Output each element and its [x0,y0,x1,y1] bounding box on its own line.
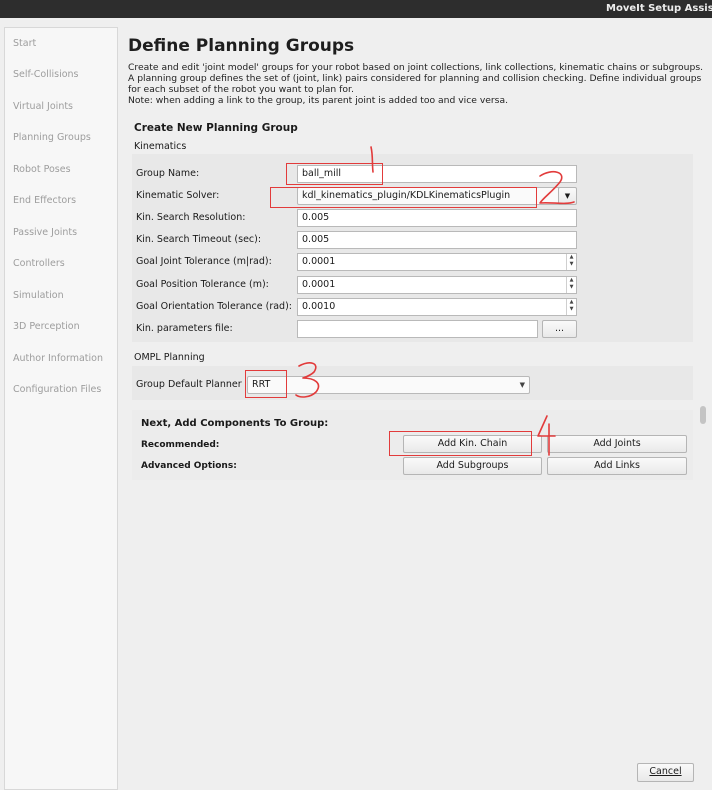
description-text: Create and edit 'joint model' groups for… [128,62,704,95]
search-resolution-label: Kin. Search Resolution: [136,212,246,223]
planner-value: RRT [252,379,271,390]
sidebar-item-passive-joints[interactable]: Passive Joints [13,227,77,238]
sidebar-item-end-effectors[interactable]: End Effectors [13,195,76,206]
planner-select[interactable]: RRT ▼ [247,376,530,394]
planner-label: Group Default Planner [136,379,242,390]
spinner-icon[interactable]: ▲ ▼ [566,254,576,270]
add-links-button[interactable]: Add Links [547,457,687,475]
sidebar-item-3d-perception[interactable]: 3D Perception [13,321,80,332]
sidebar: Start Self-Collisions Virtual Joints Pla… [4,27,118,790]
chevron-down-icon: ▼ [519,381,525,389]
params-file-input[interactable] [297,320,538,338]
kinematic-solver-label: Kinematic Solver: [136,190,220,201]
group-name-label: Group Name: [136,168,200,179]
spinner-icon[interactable]: ▲ ▼ [566,299,576,315]
kinematics-title: Kinematics [134,141,187,152]
components-title: Next, Add Components To Group: [141,418,329,429]
goal-joint-tolerance-input[interactable]: 0.0001 ▲ ▼ [297,253,577,271]
goal-orientation-tolerance-input[interactable]: 0.0010 ▲ ▼ [297,298,577,316]
advanced-options-label: Advanced Options: [141,461,237,471]
recommended-label: Recommended: [141,440,220,450]
search-timeout-input[interactable]: 0.005 [297,231,577,249]
sidebar-item-virtual-joints[interactable]: Virtual Joints [13,101,73,112]
sidebar-item-configuration-files[interactable]: Configuration Files [13,384,101,395]
goal-orientation-tolerance-value: 0.0010 [302,301,336,312]
page-description: Create and edit 'joint model' groups for… [128,62,708,106]
goal-joint-tolerance-label: Goal Joint Tolerance (m|rad): [136,256,272,267]
description-note: Note: when adding a link to the group, i… [128,95,509,106]
kinematic-solver-select[interactable]: kdl_kinematics_plugin/KDLKinematicsPlugi… [297,187,576,205]
add-subgroups-button[interactable]: Add Subgroups [403,457,542,475]
spinner-icon[interactable]: ▲ ▼ [566,277,576,293]
sidebar-item-start[interactable]: Start [13,38,36,49]
browse-button[interactable]: ... [542,320,577,338]
group-name-input[interactable]: ball_mill [297,165,577,183]
cancel-button[interactable]: Cancel [637,763,694,782]
window-title: MoveIt Setup Assista [606,3,712,14]
sidebar-item-author-information[interactable]: Author Information [13,353,103,364]
page-title: Define Planning Groups [128,36,355,56]
params-file-label: Kin. parameters file: [136,323,233,334]
sidebar-item-controllers[interactable]: Controllers [13,258,65,269]
section-create-group: Create New Planning Group [134,122,298,134]
sidebar-item-self-collisions[interactable]: Self-Collisions [13,69,79,80]
add-joints-button[interactable]: Add Joints [547,435,687,453]
goal-position-tolerance-label: Goal Position Tolerance (m): [136,279,269,290]
sidebar-item-planning-groups[interactable]: Planning Groups [13,132,91,143]
scrollbar-thumb[interactable] [700,406,706,424]
search-resolution-input[interactable]: 0.005 [297,209,577,227]
window-titlebar: MoveIt Setup Assista [0,0,712,18]
sidebar-item-simulation[interactable]: Simulation [13,290,64,301]
goal-position-tolerance-value: 0.0001 [302,279,336,290]
goal-joint-tolerance-value: 0.0001 [302,256,336,267]
goal-position-tolerance-input[interactable]: 0.0001 ▲ ▼ [297,276,577,294]
sidebar-item-robot-poses[interactable]: Robot Poses [13,164,71,175]
goal-orientation-tolerance-label: Goal Orientation Tolerance (rad): [136,301,292,312]
add-kin-chain-button[interactable]: Add Kin. Chain [403,435,542,453]
main-content: Define Planning Groups Create and edit '… [118,18,712,790]
ompl-title: OMPL Planning [134,352,205,363]
search-timeout-label: Kin. Search Timeout (sec): [136,234,262,245]
kinematic-solver-value: kdl_kinematics_plugin/KDLKinematicsPlugi… [302,190,511,201]
chevron-down-icon[interactable]: ▼ [558,187,577,205]
